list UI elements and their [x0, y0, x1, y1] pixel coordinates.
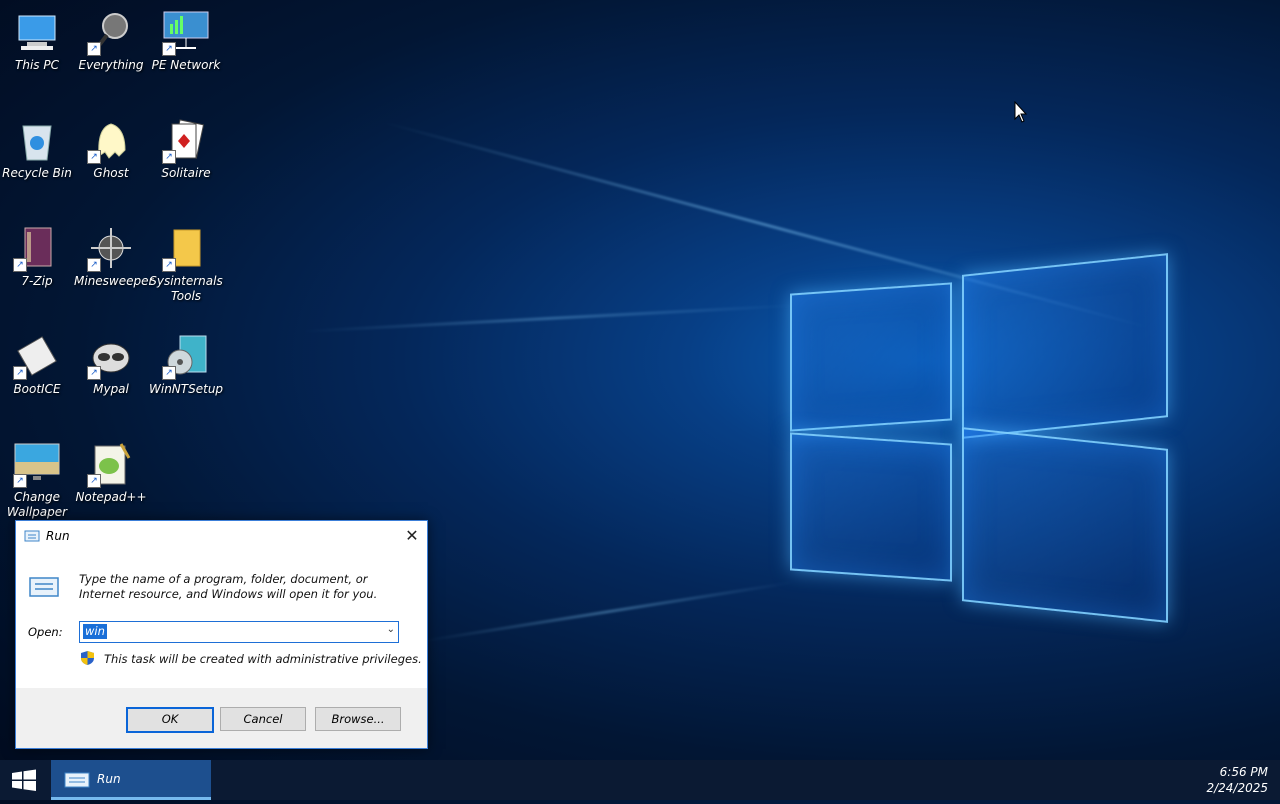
mine-icon: ↗ [87, 224, 135, 272]
magnifier-icon: ↗ [87, 8, 135, 56]
clock-time: 6:56 PM [1219, 765, 1268, 779]
cancel-button[interactable]: Cancel [220, 707, 306, 731]
taskbar-item-run[interactable]: Run [51, 760, 211, 800]
start-button[interactable] [0, 760, 48, 800]
browse-button[interactable]: Browse... [315, 707, 401, 731]
desktop-icon-solitaire[interactable]: ↗ Solitaire [149, 108, 223, 181]
desktop-icon-everything[interactable]: ↗ Everything [74, 0, 148, 73]
chevron-down-icon[interactable]: ⌄ [387, 624, 395, 635]
desktop-icon-winntsetup[interactable]: ↗ WinNTSetup [149, 324, 223, 397]
desktop-icon-recycle-bin[interactable]: Recycle Bin [0, 108, 74, 181]
notepad-icon: ↗ [87, 440, 135, 488]
shortcut-arrow-icon: ↗ [87, 258, 101, 272]
admin-note: This task will be created with administr… [104, 652, 422, 666]
wallpaper-icon: ↗ [13, 440, 61, 488]
uac-shield-icon [81, 651, 94, 665]
system-clock[interactable]: 6:56 PM 2/24/2025 [1206, 764, 1268, 796]
shortcut-arrow-icon: ↗ [87, 150, 101, 164]
archive-icon: ↗ [13, 224, 61, 272]
disk-icon: ↗ [13, 332, 61, 380]
open-label: Open: [28, 625, 63, 639]
computer-icon [13, 8, 61, 56]
shortcut-arrow-icon: ↗ [87, 474, 101, 488]
ghost-icon: ↗ [87, 116, 135, 164]
run-description: Type the name of a program, folder, docu… [79, 572, 378, 601]
desktop-icon-notepadpp[interactable]: ↗ Notepad++ [74, 432, 148, 505]
run-dialog: Run ✕ Type the name of a program, folder… [15, 520, 428, 749]
desktop-icon-ghost[interactable]: ↗ Ghost [74, 108, 148, 181]
shortcut-arrow-icon: ↗ [13, 258, 27, 272]
desktop-icon-sysinternals[interactable]: ↗ Sysinternals Tools [149, 216, 223, 304]
shortcut-arrow-icon: ↗ [13, 474, 27, 488]
open-combobox[interactable]: win ⌄ [79, 621, 399, 643]
desktop-icon-pe-network[interactable]: ↗ PE Network [149, 0, 223, 73]
shortcut-arrow-icon: ↗ [162, 366, 176, 380]
taskbar: Run 6:56 PM 2/24/2025 [0, 760, 1280, 800]
raccoon-icon: ↗ [87, 332, 135, 380]
shortcut-arrow-icon: ↗ [162, 258, 176, 272]
run-title: Run [46, 529, 70, 543]
shortcut-arrow-icon: ↗ [13, 366, 27, 380]
windows-logo-icon [12, 769, 36, 791]
ok-button[interactable]: OK [126, 707, 214, 733]
desktop-icon-change-wallpaper[interactable]: ↗ Change Wallpaper [0, 432, 74, 520]
open-input-value[interactable]: win [83, 624, 107, 639]
shortcut-arrow-icon: ↗ [87, 366, 101, 380]
desktop-icon-7zip[interactable]: ↗ 7-Zip [0, 216, 74, 289]
mouse-cursor-icon [1014, 101, 1028, 123]
run-title-bar[interactable]: Run ✕ [16, 521, 427, 551]
wallpaper-beam [419, 580, 796, 643]
run-body: Type the name of a program, folder, docu… [16, 551, 427, 688]
run-large-icon [29, 577, 59, 597]
windows-logo-wallpaper [790, 240, 1170, 630]
recycle-bin-icon [13, 116, 61, 164]
run-app-icon [24, 530, 40, 542]
wallpaper-beam [299, 303, 800, 333]
taskbar-run-label: Run [97, 772, 121, 786]
desktop-icon-minesweeper[interactable]: ↗ Minesweeper [74, 216, 153, 289]
run-taskbar-icon [64, 772, 90, 788]
close-icon[interactable]: ✕ [397, 521, 427, 551]
run-footer: OK Cancel Browse... [16, 688, 427, 748]
folder-icon: ↗ [162, 224, 210, 272]
shortcut-arrow-icon: ↗ [162, 150, 176, 164]
shortcut-arrow-icon: ↗ [87, 42, 101, 56]
network-icon: ↗ [162, 8, 210, 56]
cards-icon: ↗ [162, 116, 210, 164]
setup-icon: ↗ [162, 332, 210, 380]
desktop-icon-bootice[interactable]: ↗ BootICE [0, 324, 74, 397]
shortcut-arrow-icon: ↗ [162, 42, 176, 56]
clock-date: 2/24/2025 [1206, 781, 1268, 795]
desktop-icon-this-pc[interactable]: This PC [0, 0, 74, 73]
desktop-icon-mypal[interactable]: ↗ Mypal [74, 324, 148, 397]
